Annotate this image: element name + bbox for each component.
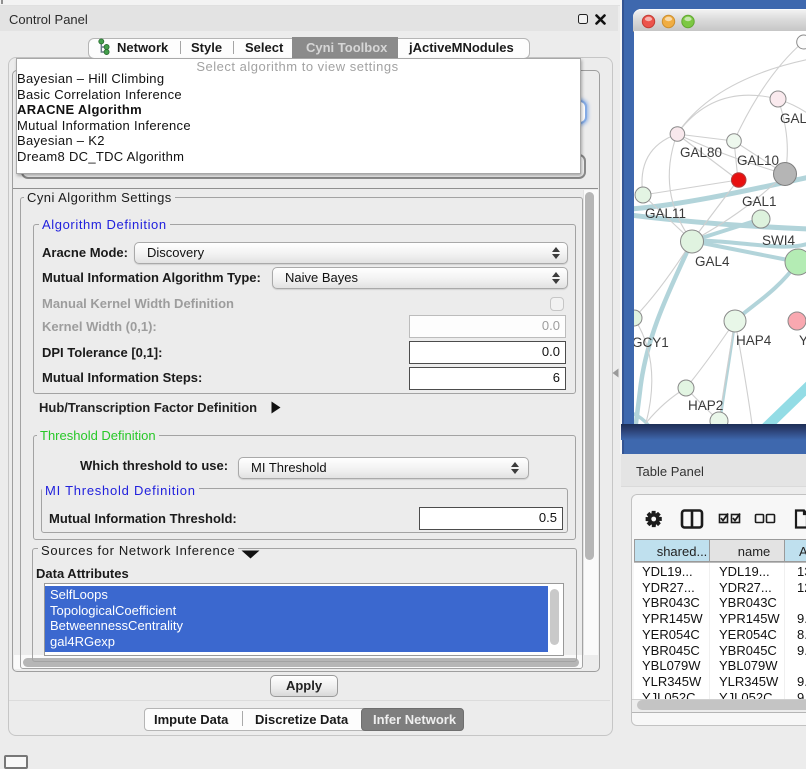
svg-text:GAL10: GAL10	[737, 153, 779, 168]
svg-text:HAP4: HAP4	[736, 333, 772, 348]
svg-text:HAP2: HAP2	[688, 398, 723, 413]
svg-text:Y: Y	[799, 333, 806, 348]
svg-text:SWI4: SWI4	[762, 233, 795, 248]
svg-text:GAL11: GAL11	[645, 206, 686, 221]
svg-text:GAL1: GAL1	[742, 194, 777, 209]
svg-text:GAL: GAL	[780, 111, 806, 126]
svg-text:GCY1: GCY1	[634, 335, 669, 350]
svg-text:GAL4: GAL4	[695, 254, 730, 269]
svg-text:GAL80: GAL80	[680, 145, 722, 160]
